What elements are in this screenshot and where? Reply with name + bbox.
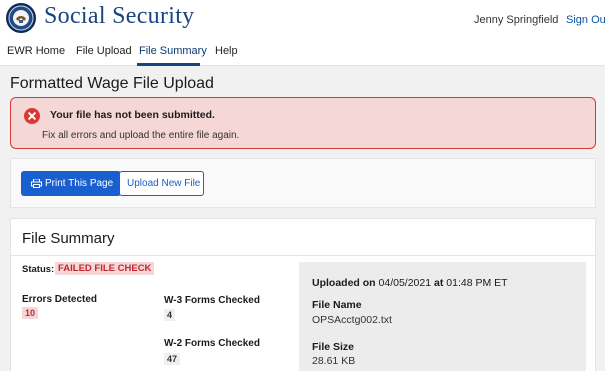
error-alert: Your file has not been submitted. Fix al… [10, 97, 596, 149]
top-header: Social Security Jenny Springfield Sign O… [0, 0, 605, 37]
upload-new-file-label: Upload New File [127, 178, 201, 189]
alert-heading: Your file has not been submitted. [50, 109, 215, 121]
w2-forms-count: 47 [164, 353, 181, 365]
nav-ewr-home[interactable]: EWR Home [7, 45, 65, 57]
uploaded-at-label: at [434, 277, 444, 289]
errors-detected-label: Errors Detected [22, 294, 98, 305]
file-name-value: OPSAcctg002.txt [312, 314, 392, 326]
sign-out-link[interactable]: Sign Out [566, 14, 605, 26]
file-summary-title: File Summary [22, 230, 115, 247]
w3-forms-label: W-3 Forms Checked [164, 295, 260, 306]
file-size-value: 28.61 KB [312, 355, 356, 367]
user-name: Jenny Springfield [474, 14, 559, 26]
status-label: Status: [22, 264, 55, 275]
nav-help[interactable]: Help [215, 45, 238, 57]
nav-file-summary[interactable]: File Summary [139, 45, 207, 57]
uploaded-time: 01:48 PM ET [446, 277, 508, 289]
action-panel: Print This Page Upload New File [10, 158, 596, 208]
print-page-button[interactable]: Print This Page [21, 171, 121, 196]
main-nav: EWR Home File Upload File Summary Help [0, 37, 605, 66]
alert-body: Fix all errors and upload the entire fil… [42, 130, 240, 141]
uploaded-date: 04/05/2021 [378, 277, 432, 289]
upload-new-file-button[interactable]: Upload New File [119, 171, 204, 196]
file-summary-card: File Summary Status: FAILED FILE CHECK E… [10, 218, 596, 371]
page-title: Formatted Wage File Upload [10, 75, 214, 92]
brand-title[interactable]: Social Security [44, 3, 194, 30]
w3-forms-count: 4 [164, 309, 176, 321]
file-info-panel: Uploaded on 04/05/2021 at 01:48 PM ET Fi… [299, 262, 586, 371]
nav-file-upload[interactable]: File Upload [76, 45, 132, 57]
printer-icon [31, 179, 42, 188]
errors-detected-count: 10 [22, 307, 39, 319]
error-circle-icon [24, 108, 40, 124]
status-badge: FAILED FILE CHECK [55, 262, 155, 275]
active-tab-indicator [137, 63, 200, 66]
summary-divider [11, 255, 595, 256]
uploaded-on-line: Uploaded on 04/05/2021 at 01:48 PM ET [312, 277, 508, 289]
print-page-label: Print This Page [45, 178, 114, 189]
ssa-seal-icon[interactable] [6, 3, 36, 33]
uploaded-on-label: Uploaded on [312, 277, 376, 289]
w2-forms-label: W-2 Forms Checked [164, 338, 260, 349]
file-size-label: File Size [312, 341, 355, 353]
file-name-label: File Name [312, 299, 362, 311]
